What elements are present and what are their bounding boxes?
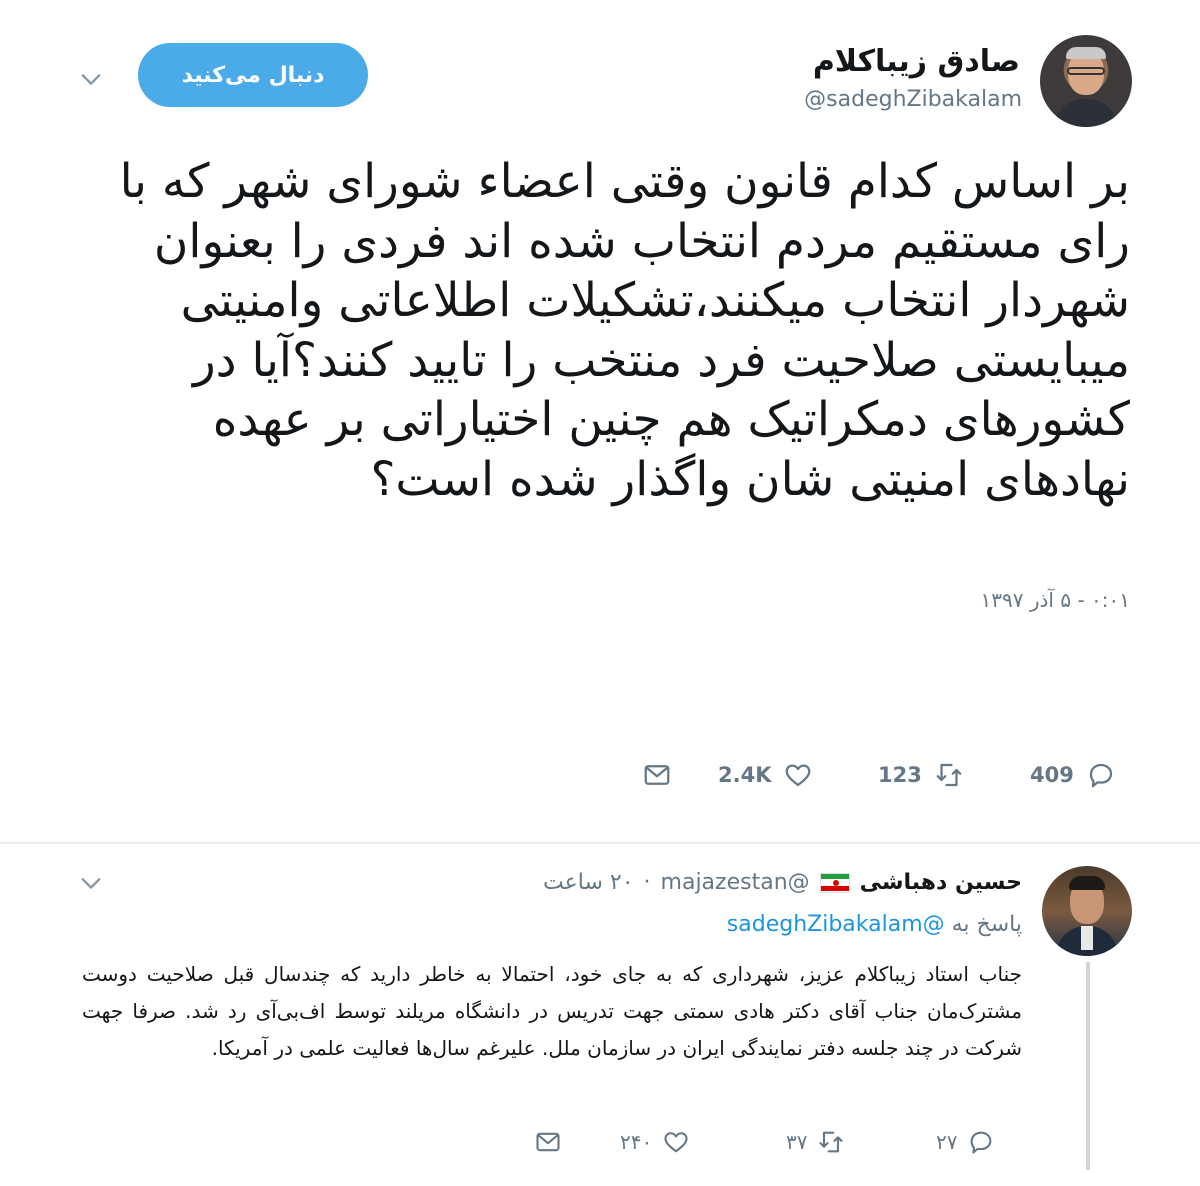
separator-dot: · xyxy=(643,870,651,895)
avatar-hair xyxy=(1066,47,1106,59)
reply-action[interactable]: 409 xyxy=(1030,760,1116,790)
retweet-icon xyxy=(819,1131,844,1153)
reply-count: ۲۷ xyxy=(936,1130,958,1154)
avatar-shirt xyxy=(1054,99,1118,127)
reply-message-action[interactable] xyxy=(534,1128,562,1156)
avatar-glasses xyxy=(1067,67,1105,75)
reply-author-avatar[interactable] xyxy=(1042,866,1132,956)
reply-like-action[interactable]: ۲۴۰ xyxy=(620,1128,690,1156)
reply-author-handle[interactable]: @majazestan xyxy=(661,870,810,895)
tweet-text: بر اساس کدام قانون وقتی اعضاء شورای شهر … xyxy=(119,154,1130,507)
author-name[interactable]: صادق زیباکلام xyxy=(813,44,1020,79)
retweet-icon xyxy=(936,763,962,787)
reply-author-name[interactable]: حسین دهباشی xyxy=(860,870,1022,895)
reply-header: حسین دهباشی @majazestan · ۲۰ ساعت xyxy=(543,870,1022,895)
replying-to-link[interactable]: @sadeghZibakalam xyxy=(727,912,945,937)
reply-text: جناب استاد زیباکلام عزیز، شهرداری که به … xyxy=(82,962,1022,1060)
tweet-divider xyxy=(0,842,1200,844)
avatar-hair xyxy=(1069,876,1105,890)
reply-time[interactable]: ۲۰ ساعت xyxy=(543,870,634,895)
like-icon xyxy=(786,764,811,787)
reply-count: 409 xyxy=(1030,763,1074,787)
like-icon xyxy=(664,1132,688,1153)
replying-to: پاسخ به @sadeghZibakalam xyxy=(727,912,1022,937)
message-icon xyxy=(644,765,670,785)
retweet-count: 123 xyxy=(878,763,922,787)
tweet-timestamp[interactable]: ۰:۰۱ - ۵ آذر ۱۳۹۷ xyxy=(981,588,1130,612)
like-count: 2.4K xyxy=(718,763,772,787)
like-action[interactable]: 2.4K xyxy=(718,760,813,790)
author-avatar[interactable] xyxy=(1040,35,1132,127)
following-button[interactable]: دنبال می‌کنید xyxy=(138,43,368,107)
reply-reply-action[interactable]: ۲۷ xyxy=(936,1128,995,1156)
avatar-collar xyxy=(1081,926,1093,950)
reply-icon xyxy=(971,1131,992,1154)
author-handle[interactable]: @sadeghZibakalam xyxy=(804,87,1022,112)
retweet-action[interactable]: 123 xyxy=(878,760,964,790)
reply-retweet-action[interactable]: ۳۷ xyxy=(786,1128,845,1156)
chevron-down-icon[interactable] xyxy=(80,872,102,894)
direct-message-action[interactable] xyxy=(642,760,672,790)
message-icon xyxy=(536,1132,560,1152)
reply-icon xyxy=(1089,763,1112,788)
replying-prefix: پاسخ به xyxy=(951,912,1022,937)
iran-flag-icon xyxy=(819,872,850,893)
thread-line xyxy=(1086,962,1090,1170)
like-count: ۲۴۰ xyxy=(620,1130,653,1154)
retweet-count: ۳۷ xyxy=(786,1130,808,1154)
chevron-down-icon[interactable] xyxy=(80,68,102,90)
